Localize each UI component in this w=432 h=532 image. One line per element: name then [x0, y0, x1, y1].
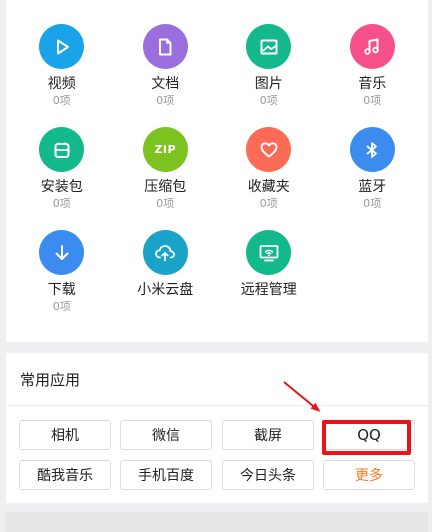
category-count: 0项	[156, 94, 175, 107]
file-manager-page: 视频 0项 文档 0项 图片 0项 音乐 0项 安装包 0项 ZIP 压缩包 0…	[0, 0, 432, 532]
category-download[interactable]: 下载 0项	[10, 230, 114, 333]
app-button-toutiao[interactable]: 今日头条	[222, 460, 314, 490]
category-package[interactable]: 安装包 0项	[10, 127, 114, 230]
category-document[interactable]: 文档 0项	[114, 24, 218, 127]
category-remote-management[interactable]: 远程管理	[217, 230, 321, 333]
category-image[interactable]: 图片 0项	[217, 24, 321, 127]
category-favorites[interactable]: 收藏夹 0项	[217, 127, 321, 230]
category-count: 0项	[156, 197, 175, 210]
category-mi-cloud[interactable]: 小米云盘	[114, 230, 218, 333]
category-count: 0项	[363, 197, 382, 210]
remote-icon	[246, 230, 292, 275]
app-button-baidu[interactable]: 手机百度	[120, 460, 212, 490]
category-count: 0项	[52, 197, 71, 210]
highlight-box	[322, 420, 411, 455]
app-button-wechat[interactable]: 微信	[120, 420, 212, 450]
category-count: 0项	[363, 94, 382, 107]
category-label: 文档	[151, 76, 180, 92]
category-label: 收藏夹	[247, 179, 290, 195]
bluetooth-icon	[349, 127, 395, 172]
category-count: 0项	[52, 94, 71, 107]
category-label: 小米云盘	[137, 282, 194, 298]
category-video[interactable]: 视频 0项	[10, 24, 114, 127]
category-count: 0项	[259, 94, 278, 107]
image-icon	[246, 24, 292, 69]
categories-grid: 视频 0项 文档 0项 图片 0项 音乐 0项 安装包 0项 ZIP 压缩包 0…	[10, 24, 424, 333]
app-button-kuwo-music[interactable]: 酷我音乐	[19, 460, 111, 490]
package-icon	[39, 127, 85, 172]
category-label: 音乐	[358, 76, 387, 92]
category-music[interactable]: 音乐 0项	[321, 24, 425, 127]
pointer-arrow-icon	[283, 381, 321, 412]
download-icon	[39, 230, 85, 275]
category-label: 视频	[47, 76, 76, 92]
category-bluetooth[interactable]: 蓝牙 0项	[321, 127, 425, 230]
document-icon	[142, 24, 188, 69]
more-button[interactable]: 更多	[323, 460, 415, 490]
heart-icon	[246, 127, 292, 172]
category-label: 安装包	[40, 179, 83, 195]
music-icon	[349, 24, 395, 69]
zip-icon: ZIP	[142, 127, 188, 172]
category-label: 图片	[254, 76, 283, 92]
zip-glyph: ZIP	[154, 143, 177, 156]
category-label: 压缩包	[144, 179, 187, 195]
bottom-panel-edge	[6, 512, 428, 532]
category-count: 0项	[52, 300, 71, 313]
category-label: 下载	[47, 282, 76, 298]
app-button-camera[interactable]: 相机	[19, 420, 111, 450]
common-apps-title: 常用应用	[20, 371, 81, 389]
category-count: 0项	[259, 197, 278, 210]
categories-card: 视频 0项 文档 0项 图片 0项 音乐 0项 安装包 0项 ZIP 压缩包 0…	[6, 0, 428, 342]
play-icon	[39, 24, 85, 69]
category-label: 蓝牙	[358, 179, 387, 195]
divider	[6, 405, 428, 406]
category-label: 远程管理	[240, 282, 297, 298]
category-zip[interactable]: ZIP 压缩包 0项	[114, 127, 218, 230]
cloud-icon	[142, 230, 188, 275]
app-button-screenshot[interactable]: 截屏	[222, 420, 314, 450]
